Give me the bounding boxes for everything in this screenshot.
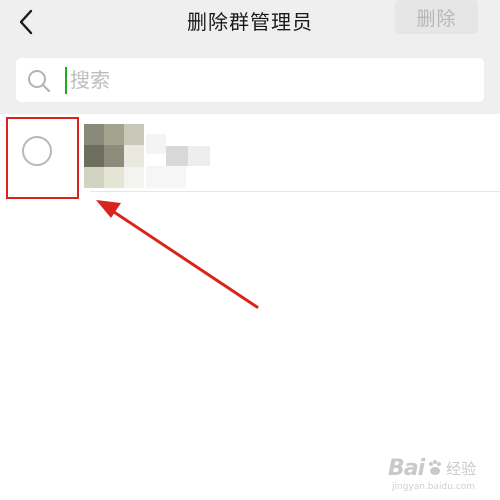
watermark: Bai 经验 jingyan.baidu.com <box>388 452 498 498</box>
watermark-logo: Bai <box>388 455 425 481</box>
annotation-highlight-box <box>6 117 79 199</box>
row-divider <box>90 191 500 192</box>
member-name-blurred <box>146 124 216 188</box>
search-area <box>0 48 500 114</box>
avatar <box>84 124 144 188</box>
search-input[interactable] <box>70 62 470 98</box>
navbar: 删除群管理员 删除 <box>0 0 500 49</box>
text-caret <box>65 67 67 94</box>
search-box[interactable] <box>16 58 484 102</box>
watermark-url: jingyan.baidu.com <box>392 482 476 492</box>
search-icon <box>28 70 51 93</box>
watermark-suffix: 经验 <box>446 459 477 478</box>
delete-button[interactable]: 删除 <box>395 0 478 34</box>
paw-icon <box>429 460 442 475</box>
